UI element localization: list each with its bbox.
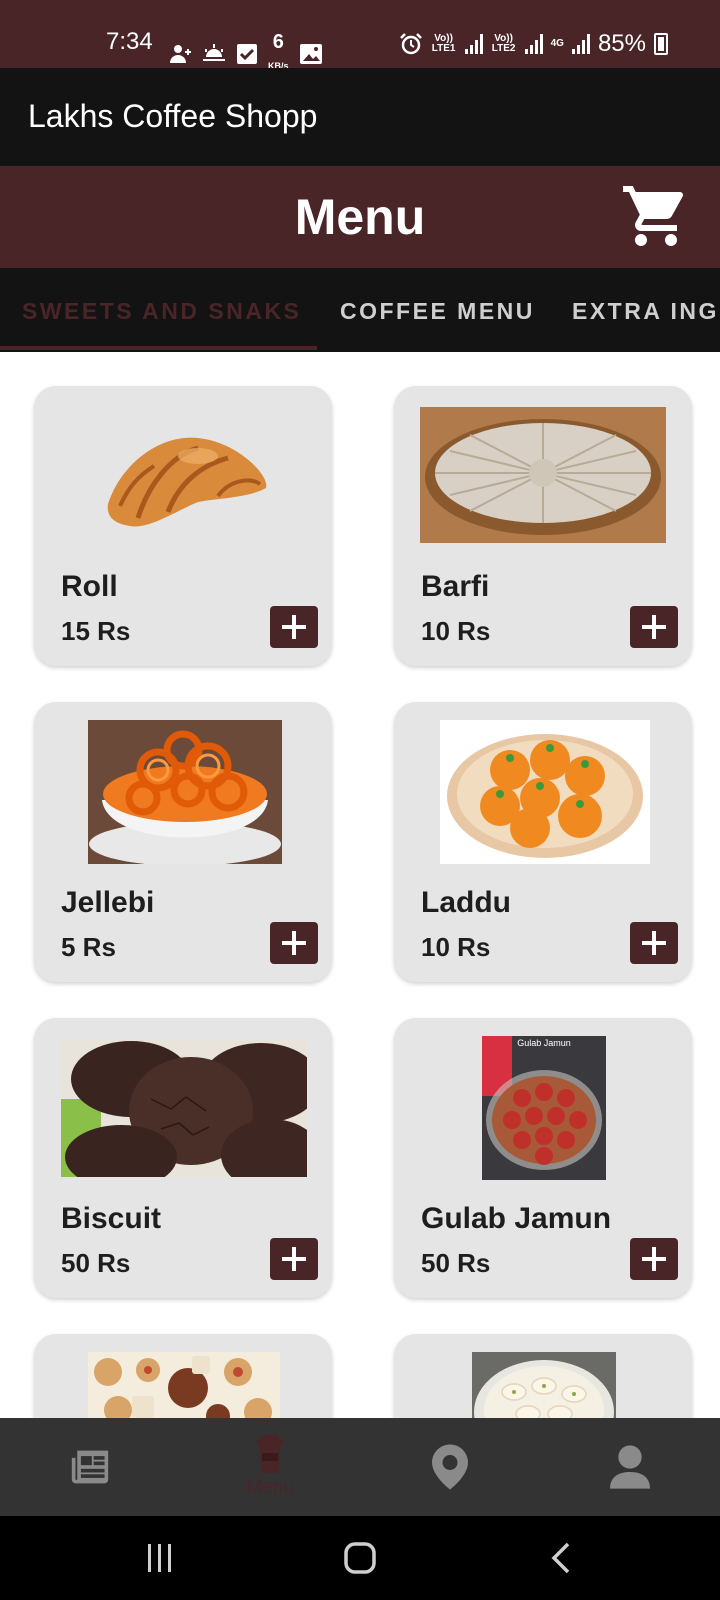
- tab-extra-ingredients[interactable]: EXTRA ING: [572, 298, 719, 325]
- app-bar: Lakhs Coffee Shopp: [0, 68, 720, 166]
- menu-item-card[interactable]: Jellebi 5 Rs: [34, 702, 332, 982]
- coffee-cup-icon: [257, 1435, 283, 1473]
- person-icon: [610, 1445, 650, 1489]
- item-name: Laddu: [421, 886, 511, 919]
- status-bar: 7:34 6 KB/s Vo)) LTE1 Vo)) LTE2 4G 85%: [0, 0, 720, 71]
- sim2-signal-icon: [524, 34, 543, 54]
- item-name: Barfi: [421, 570, 490, 603]
- item-name: Gulab Jamun: [421, 1202, 612, 1235]
- jalebi-image: [88, 720, 282, 864]
- sim1-signal-icon: [464, 34, 483, 54]
- menu-header: Menu: [0, 166, 720, 268]
- news-icon: [71, 1450, 109, 1484]
- home-icon[interactable]: [340, 1538, 380, 1578]
- menu-item-card[interactable]: [34, 1334, 332, 1418]
- app-title: Lakhs Coffee Shopp: [28, 98, 318, 134]
- image-caption: Gulab Jamun: [517, 1038, 571, 1048]
- location-pin-icon: [432, 1444, 468, 1490]
- add-contact-icon: [170, 45, 191, 63]
- network-type-label: 4G: [550, 38, 564, 49]
- menu-item-card[interactable]: [394, 1334, 692, 1418]
- sim2-label: Vo)) LTE2: [491, 33, 516, 54]
- battery-icon: [654, 33, 668, 55]
- add-to-cart-button[interactable]: [270, 1238, 318, 1280]
- add-to-cart-button[interactable]: [630, 1238, 678, 1280]
- category-tabs: SWEETS AND SNAKS COFFEE MENU EXTRA ING: [0, 268, 720, 352]
- chocolate-cookies-image: [61, 1039, 307, 1177]
- assorted-cookies-image: [88, 1352, 280, 1418]
- item-name: Roll: [61, 570, 118, 603]
- menu-item-grid[interactable]: Roll 15 Rs Barfi 10 Rs Jellebi 5 Rs Ladd…: [0, 352, 720, 1418]
- laddu-image: [440, 720, 650, 864]
- menu-item-card[interactable]: Roll 15 Rs: [34, 386, 332, 666]
- tab-sweets-and-snaks[interactable]: SWEETS AND SNAKS: [22, 298, 301, 325]
- item-name: Biscuit: [61, 1202, 162, 1235]
- menu-item-card[interactable]: Barfi 10 Rs: [394, 386, 692, 666]
- menu-item-card[interactable]: Laddu 10 Rs: [394, 702, 692, 982]
- croissant-image: [98, 426, 274, 536]
- add-to-cart-button[interactable]: [630, 922, 678, 964]
- status-system-icons: Vo)) LTE1 Vo)) LTE2 4G 85%: [399, 30, 668, 58]
- rasmalai-image: [472, 1352, 616, 1418]
- nav-news[interactable]: [0, 1418, 180, 1516]
- recent-apps-icon[interactable]: [140, 1538, 180, 1578]
- add-to-cart-button[interactable]: [270, 606, 318, 648]
- item-price: 10 Rs: [421, 932, 491, 962]
- system-navigation-bar: [0, 1516, 720, 1600]
- menu-item-card[interactable]: Gulab Jamun Gulab Jamun 50 Rs: [394, 1018, 692, 1298]
- tab-indicator: [0, 346, 317, 350]
- sim1-label: Vo)) LTE1: [431, 33, 456, 54]
- item-price: 50 Rs: [421, 1248, 491, 1278]
- battery-percent: 85%: [597, 30, 646, 57]
- shopping-cart-icon[interactable]: [620, 180, 692, 252]
- item-price: 10 Rs: [421, 616, 491, 646]
- item-price: 5 Rs: [61, 932, 116, 962]
- nav-menu[interactable]: Menu: [180, 1418, 360, 1516]
- gulab-jamun-image: Gulab Jamun: [482, 1036, 606, 1180]
- bottom-navigation: Menu: [0, 1418, 720, 1516]
- alarm-icon: [399, 33, 422, 55]
- tab-coffee-menu[interactable]: COFFEE MENU: [340, 298, 535, 325]
- item-name: Jellebi: [61, 886, 155, 919]
- add-to-cart-button[interactable]: [630, 606, 678, 648]
- item-price: 50 Rs: [61, 1248, 131, 1278]
- nav-profile[interactable]: [540, 1418, 720, 1516]
- page-title: Menu: [294, 189, 426, 245]
- status-time: 7:34: [106, 28, 153, 55]
- mobile-signal-icon: [571, 34, 590, 54]
- back-icon[interactable]: [542, 1538, 582, 1578]
- nav-menu-label: Menu: [246, 1477, 294, 1498]
- nav-location[interactable]: [360, 1418, 540, 1516]
- barfi-image: [420, 407, 666, 543]
- add-to-cart-button[interactable]: [270, 922, 318, 964]
- menu-item-card[interactable]: Biscuit 50 Rs: [34, 1018, 332, 1298]
- item-price: 15 Rs: [61, 616, 131, 646]
- image-notification-icon: [299, 44, 322, 64]
- checkbox-notification-icon: [237, 44, 257, 64]
- weather-icon: [203, 44, 225, 61]
